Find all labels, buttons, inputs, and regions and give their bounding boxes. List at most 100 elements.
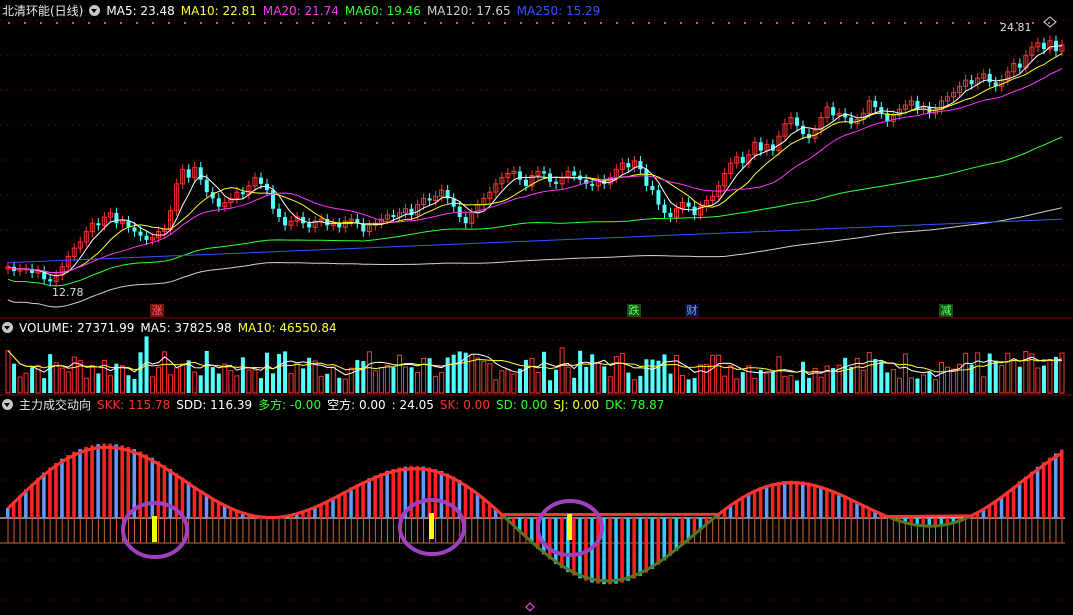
volume-bar	[1053, 356, 1058, 393]
volume-bar	[1047, 358, 1053, 394]
top-marker	[296, 22, 298, 24]
volume-bar	[180, 363, 186, 394]
volume-bar	[879, 361, 884, 393]
volume-bar	[378, 366, 384, 394]
top-marker	[536, 22, 538, 24]
volume-bar	[638, 375, 643, 393]
indicator-bar	[84, 446, 88, 518]
candle-body	[873, 100, 878, 108]
indicator-bar	[1041, 462, 1046, 518]
volume-bar	[83, 377, 89, 394]
low-price-label: 12.78	[52, 286, 84, 299]
volume-bar	[210, 367, 215, 393]
indicator-bar	[120, 445, 124, 518]
indicator-bar	[813, 484, 817, 518]
indicator-bar	[48, 467, 52, 518]
candle-body	[879, 107, 884, 114]
indicator-bar	[379, 472, 383, 518]
volume-bar	[294, 361, 300, 394]
top-marker	[840, 22, 842, 24]
high-price-label: 24.81	[1000, 21, 1032, 34]
top-marker	[760, 22, 762, 24]
indicator-bar	[662, 518, 666, 561]
volume-bar	[794, 380, 799, 393]
indicator-bar	[801, 481, 805, 518]
indicator-bar	[770, 483, 775, 518]
volume-bar	[782, 375, 788, 394]
volume-bar	[644, 359, 649, 393]
candle-body	[794, 117, 799, 126]
volume-bar	[631, 379, 637, 394]
indicator-bar	[162, 465, 167, 518]
indicator-bar	[415, 466, 420, 518]
candle-body	[204, 179, 209, 193]
volume-bar	[752, 378, 758, 394]
top-marker	[872, 22, 874, 24]
volume-bar	[96, 373, 101, 393]
candle-body	[216, 198, 221, 207]
volume-bar	[216, 373, 221, 393]
top-marker	[360, 22, 362, 24]
top-marker	[72, 22, 74, 24]
volume-bar	[403, 366, 409, 394]
indicator-bar	[30, 483, 34, 518]
top-marker	[376, 22, 378, 24]
buy-signal-bar	[152, 516, 157, 542]
volume-bar	[668, 373, 673, 393]
volume-bar	[554, 369, 559, 393]
candle-body	[427, 198, 432, 201]
volume-bar	[457, 351, 462, 393]
volume-bar	[511, 373, 517, 394]
indicator-bar	[469, 488, 474, 518]
volume-bar	[680, 374, 686, 394]
volume-bar	[409, 367, 414, 393]
volume-bar	[812, 367, 818, 394]
indicator-bar	[108, 443, 112, 518]
volume-bar	[939, 361, 945, 394]
top-marker	[744, 22, 746, 24]
top-marker	[776, 22, 778, 24]
volume-bar	[578, 350, 583, 393]
top-marker	[600, 22, 602, 24]
indicator-bar	[638, 518, 642, 576]
volume-bar	[198, 375, 203, 393]
volume-bar	[355, 360, 360, 393]
volume-bar	[843, 357, 848, 393]
volume-bar	[734, 378, 740, 394]
candle-body	[831, 107, 836, 116]
volume-bar	[264, 352, 269, 393]
volume-bar	[885, 372, 890, 393]
indicator-bar	[825, 487, 829, 518]
volume-bar	[59, 367, 65, 394]
top-marker	[680, 22, 682, 24]
candle-body	[662, 204, 667, 213]
top-marker	[792, 22, 794, 24]
indicator-bar	[542, 518, 546, 555]
top-marker	[152, 22, 154, 24]
volume-bar	[499, 370, 505, 394]
indicator-bar	[204, 494, 209, 518]
buy-signal-bar	[567, 514, 572, 540]
indicator-bar	[560, 518, 564, 569]
volume-bar	[963, 352, 969, 394]
indicator-bar	[620, 518, 624, 583]
indicator-bar	[349, 487, 353, 518]
indicator-bar	[578, 518, 582, 579]
indicator-bar	[445, 473, 450, 518]
volume-bar	[975, 352, 981, 394]
indicator-bar	[644, 518, 648, 573]
candle-body	[656, 190, 661, 205]
indicator-bar	[674, 518, 679, 551]
indicator-bar	[668, 518, 673, 556]
volume-bar	[312, 360, 318, 394]
signal-marker: 财	[685, 304, 699, 317]
candle-body	[650, 185, 655, 191]
top-marker	[472, 22, 474, 24]
ma20-line	[7, 68, 1063, 274]
volume-bar	[156, 366, 162, 394]
candle-body	[692, 206, 697, 215]
signal-marker: 跌	[627, 304, 641, 317]
volume-bar	[981, 376, 987, 394]
top-marker	[280, 22, 282, 24]
indicator-bar	[427, 467, 432, 518]
